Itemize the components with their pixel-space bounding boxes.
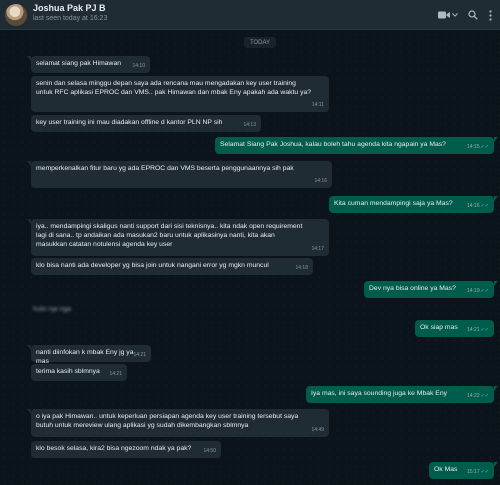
message-incoming[interactable]: iya.. mendampingi skaligus nanti support… <box>27 219 329 256</box>
blurred-message-preview: hulo nja nga <box>33 306 72 313</box>
message-outgoing[interactable]: Iya mas, ini saya sounding juga ke Mbak … <box>306 386 498 403</box>
message-meta: 14:22✓✓ <box>467 392 489 401</box>
message-outgoing[interactable]: Kita cuman mendampingi saja ya Mas? 14:1… <box>329 196 498 213</box>
message-outgoing[interactable]: Ok siap mas 14:21✓✓ <box>415 320 494 337</box>
message-outgoing[interactable]: Dev nya bisa online ya Mas? 14:19✓✓ <box>364 281 498 298</box>
message-text: Selamat Siang Pak Joshua, kalau boleh ta… <box>220 141 446 148</box>
message-incoming[interactable]: terima kasih sblmnya 14:21 <box>31 364 127 381</box>
message-time: 14:21 <box>109 370 122 377</box>
read-receipt-icon: ✓✓ <box>480 143 489 150</box>
message-meta: 14:19✓✓ <box>467 287 489 296</box>
message-text: klo besok selasa, kira2 bisa ngezoom nda… <box>36 445 192 452</box>
message-incoming[interactable]: klo besok selasa, kira2 bisa ngezoom nda… <box>31 441 221 458</box>
message-outgoing[interactable]: Selamat Siang Pak Joshua, kalau boleh ta… <box>215 137 498 154</box>
message-time: 14:22 <box>467 392 480 399</box>
read-receipt-icon: ✓✓ <box>480 468 489 475</box>
message-time: 14:13 <box>243 121 256 128</box>
message-meta: 15:17✓✓ <box>467 468 489 477</box>
date-separator: TODAY <box>244 37 276 48</box>
message-incoming[interactable]: selamat siang pak Himawan 14:10 <box>27 56 150 73</box>
message-text: terima kasih sblmnya <box>36 368 100 375</box>
message-time: 14:21 <box>467 326 480 333</box>
message-time: 15:17 <box>467 468 480 475</box>
chat-header[interactable]: Joshua Pak PJ B last seen today at 16:23 <box>0 0 500 30</box>
message-incoming[interactable]: senin dan selasa minggu depan saya ada r… <box>31 76 329 112</box>
message-text: Ok Mas <box>434 466 458 473</box>
message-time: 14:49 <box>311 426 324 433</box>
message-time: 14:17 <box>311 245 324 252</box>
read-receipt-icon: ✓✓ <box>480 326 489 333</box>
message-text: senin dan selasa minggu depan saya ada r… <box>36 80 312 97</box>
contact-name[interactable]: Joshua Pak PJ B <box>33 3 106 13</box>
last-seen-status: last seen today at 16:23 <box>33 15 108 22</box>
message-outgoing[interactable]: Ok Mas 15:17✓✓ <box>429 462 498 479</box>
message-meta: 14:21✓✓ <box>467 326 489 335</box>
message-text: Kita cuman mendampingi saja ya Mas? <box>334 200 453 207</box>
message-meta: 14:16✓✓ <box>467 202 489 211</box>
message-time: 14:18 <box>295 264 308 271</box>
message-incoming[interactable]: key user training ini mau diadakan offli… <box>31 115 261 132</box>
message-text: o iya pak Himawan.. untuk keperluan pers… <box>36 413 299 430</box>
message-time: 14:10 <box>132 62 145 69</box>
message-text: Iya mas, ini saya sounding juga ke Mbak … <box>311 390 448 397</box>
message-incoming[interactable]: o iya pak Himawan.. untuk keperluan pers… <box>27 409 329 437</box>
message-text: selamat siang pak Himawan <box>36 60 122 67</box>
menu-icon[interactable] <box>486 8 494 22</box>
video-call-icon[interactable] <box>437 8 451 22</box>
chevron-down-icon[interactable] <box>451 8 459 22</box>
message-text: klo bisa nanti ada developer yg bisa joi… <box>36 262 269 269</box>
message-time: 14:50 <box>203 447 216 454</box>
message-time: 14:19 <box>467 287 480 294</box>
message-incoming[interactable]: memperkenalkan fitur baru yg ada EPROC d… <box>27 161 332 188</box>
message-time: 14:16 <box>314 177 327 184</box>
message-time: 14:15 <box>467 143 480 150</box>
contact-avatar[interactable] <box>5 4 27 26</box>
read-receipt-icon: ✓✓ <box>480 287 489 294</box>
message-time: 14:21 <box>133 351 146 358</box>
message-text: Ok siap mas <box>420 324 458 331</box>
message-incoming[interactable]: nanti diinfokan k mbak Eny jg ya mas 14:… <box>27 345 151 365</box>
read-receipt-icon: ✓✓ <box>480 202 489 209</box>
message-text: key user training ini mau diadakan offli… <box>36 119 223 126</box>
message-time: 14:16 <box>467 202 480 209</box>
message-time: 14:11 <box>311 101 324 108</box>
message-incoming[interactable]: klo bisa nanti ada developer yg bisa joi… <box>31 258 313 275</box>
message-text: memperkenalkan fitur baru yg ada EPROC d… <box>36 165 294 172</box>
search-icon[interactable] <box>467 8 479 22</box>
message-text: Dev nya bisa online ya Mas? <box>369 285 456 292</box>
read-receipt-icon: ✓✓ <box>480 392 489 399</box>
message-text: iya.. mendampingi skaligus nanti support… <box>36 223 303 249</box>
message-meta: 14:15✓✓ <box>467 143 489 152</box>
